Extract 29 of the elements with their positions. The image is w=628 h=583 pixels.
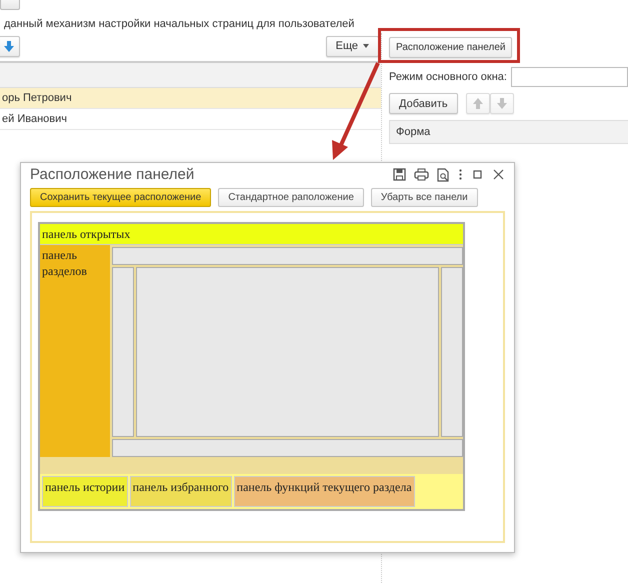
dialog-button[interactable]: Стандартное раположение — [218, 188, 364, 207]
user-row[interactable]: ей Иванович — [0, 109, 381, 130]
add-button[interactable]: Добавить — [389, 93, 458, 114]
print-icon[interactable] — [414, 168, 429, 181]
preview-icon[interactable] — [437, 168, 450, 182]
caret-icon — [363, 44, 369, 48]
column-header: Форма — [389, 120, 628, 144]
more-icon[interactable] — [458, 168, 463, 181]
bottom-panel: панель функций текущего раздела — [234, 476, 415, 507]
mode-field[interactable] — [510, 67, 628, 87]
top-panel: панель открытых — [40, 224, 463, 245]
save-icon[interactable] — [393, 168, 406, 181]
dialog-button[interactable]: Убарть все панели — [370, 188, 478, 207]
left-panel: панель разделов — [40, 245, 110, 457]
move-down-button[interactable] — [0, 36, 20, 56]
field-label: Режим основного окна: — [389, 71, 507, 83]
panel-layout-button[interactable]: Расположение панелей — [389, 36, 512, 58]
bottom-panel: панель избранного — [130, 476, 232, 507]
close-icon[interactable] — [492, 168, 505, 181]
user-row[interactable]: орь Петрович — [0, 88, 381, 109]
more-button[interactable]: Еще — [326, 36, 379, 56]
arrow-up-icon — [472, 98, 483, 109]
dialog-button[interactable]: Сохранить текущее расположение — [30, 188, 212, 207]
arrow-down-icon — [4, 40, 14, 52]
arrow-down-icon — [496, 98, 507, 109]
bottom-panel: панель истории — [42, 476, 128, 507]
dialog-title: Расположение панелей — [30, 166, 196, 183]
maximize-icon[interactable] — [471, 168, 484, 181]
intro-text: данный механизм настройки начальных страниц для пользователей — [4, 17, 356, 31]
